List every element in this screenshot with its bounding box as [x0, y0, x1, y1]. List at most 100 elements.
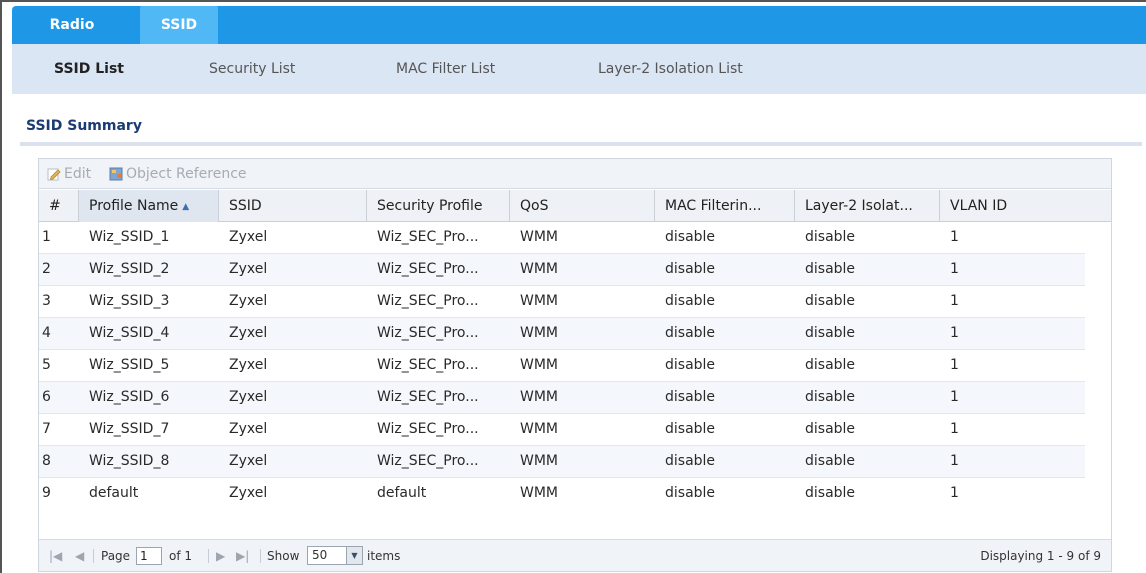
- cell-layer2-isolation: disable: [805, 325, 856, 341]
- page-label: Page: [101, 549, 131, 563]
- cell-mac-filtering: disable: [665, 229, 716, 245]
- cell-qos: WMM: [520, 325, 559, 341]
- cell-ssid: Zyxel: [229, 453, 268, 469]
- table-row[interactable]: 3 Wiz_SSID_3 Zyxel Wiz_SEC_Pro... WMM disable…: [39, 286, 1085, 318]
- cell-index: 1: [42, 229, 51, 245]
- cell-profile-name: Wiz_SSID_1: [89, 229, 170, 245]
- last-page-icon[interactable]: ▶|: [236, 540, 249, 572]
- table-row[interactable]: 4 Wiz_SSID_4 Zyxel Wiz_SEC_Pro... WMM disable…: [39, 318, 1085, 350]
- prev-page-icon[interactable]: ◀: [75, 540, 84, 572]
- cell-profile-name: default: [89, 485, 139, 501]
- cell-mac-filtering: disable: [665, 261, 716, 277]
- cell-vlan-id: 1: [950, 485, 959, 501]
- cell-layer2-isolation: disable: [805, 389, 856, 405]
- table-row[interactable]: 6 Wiz_SSID_6 Zyxel Wiz_SEC_Pro... WMM disable…: [39, 382, 1085, 414]
- pagination-bar: |◀ ◀ Page 1 of 1 ▶ ▶| Show 50 ▼ items Di…: [39, 539, 1111, 571]
- cell-ssid: Zyxel: [229, 357, 268, 373]
- cell-mac-filtering: disable: [665, 389, 716, 405]
- cell-profile-name: Wiz_SSID_8: [89, 453, 170, 469]
- column-header-index[interactable]: #: [39, 190, 79, 222]
- column-header-ssid[interactable]: SSID: [219, 190, 367, 222]
- cell-security-profile: Wiz_SEC_Pro...: [377, 357, 479, 373]
- tab-mac-filter-list[interactable]: MAC Filter List: [396, 44, 495, 94]
- edit-label: Edit: [64, 166, 92, 182]
- first-page-icon[interactable]: |◀: [49, 540, 62, 572]
- page-size-select[interactable]: 50 ▼: [307, 546, 363, 565]
- column-header-security-profile[interactable]: Security Profile: [367, 190, 510, 222]
- pager-divider: [93, 549, 94, 563]
- cell-ssid: Zyxel: [229, 293, 268, 309]
- cell-index: 6: [42, 389, 51, 405]
- cell-qos: WMM: [520, 421, 559, 437]
- top-tab-bar: Radio SSID: [12, 6, 1146, 44]
- table-row[interactable]: 1 Wiz_SSID_1 Zyxel Wiz_SEC_Pro... WMM disable…: [39, 222, 1085, 254]
- cell-mac-filtering: disable: [665, 293, 716, 309]
- cell-profile-name: Wiz_SSID_2: [89, 261, 170, 277]
- cell-ssid: Zyxel: [229, 325, 268, 341]
- column-header-label: QoS: [520, 198, 549, 214]
- tab-security-list[interactable]: Security List: [209, 44, 295, 94]
- column-header-label: SSID: [229, 198, 262, 214]
- cell-layer2-isolation: disable: [805, 261, 856, 277]
- table-row[interactable]: 5 Wiz_SSID_5 Zyxel Wiz_SEC_Pro... WMM disable…: [39, 350, 1085, 382]
- table-row[interactable]: 2 Wiz_SSID_2 Zyxel Wiz_SEC_Pro... WMM disable…: [39, 254, 1085, 286]
- tab-ssid-list[interactable]: SSID List: [54, 44, 124, 94]
- cell-security-profile: Wiz_SEC_Pro...: [377, 261, 479, 277]
- page-total-label: of 1: [169, 549, 193, 563]
- cell-layer2-isolation: disable: [805, 357, 856, 373]
- tab-layer2-isolation-list[interactable]: Layer-2 Isolation List: [598, 44, 743, 94]
- sort-ascending-icon: ▲: [182, 202, 190, 212]
- object-reference-button[interactable]: Object Reference: [109, 164, 247, 184]
- cell-mac-filtering: disable: [665, 357, 716, 373]
- cell-vlan-id: 1: [950, 293, 959, 309]
- cell-security-profile: Wiz_SEC_Pro...: [377, 421, 479, 437]
- column-header-layer2-isolation[interactable]: Layer-2 Isolat...: [795, 190, 940, 222]
- cell-security-profile: Wiz_SEC_Pro...: [377, 293, 479, 309]
- object-reference-label: Object Reference: [126, 166, 247, 182]
- cell-profile-name: Wiz_SSID_5: [89, 357, 170, 373]
- cell-index: 2: [42, 261, 51, 277]
- grid-toolbar: Edit Object Reference: [39, 159, 1111, 189]
- table-row[interactable]: 9 default Zyxel default WMM disable disable 1: [39, 478, 1085, 510]
- cell-vlan-id: 1: [950, 325, 959, 341]
- table-row[interactable]: 7 Wiz_SSID_7 Zyxel Wiz_SEC_Pro... WMM disable…: [39, 414, 1085, 446]
- cell-layer2-isolation: disable: [805, 453, 856, 469]
- cell-index: 3: [42, 293, 51, 309]
- pager-divider: [208, 549, 209, 563]
- cell-security-profile: Wiz_SEC_Pro...: [377, 453, 479, 469]
- cell-index: 7: [42, 421, 51, 437]
- cell-vlan-id: 1: [950, 357, 959, 373]
- edit-icon: [47, 167, 61, 181]
- column-header-mac-filtering[interactable]: MAC Filterin...: [655, 190, 795, 222]
- cell-ssid: Zyxel: [229, 485, 268, 501]
- cell-vlan-id: 1: [950, 453, 959, 469]
- object-reference-icon: [109, 167, 123, 181]
- column-header-qos[interactable]: QoS: [510, 190, 655, 222]
- tab-ssid[interactable]: SSID: [140, 6, 218, 44]
- cell-qos: WMM: [520, 357, 559, 373]
- grid-body: 1 Wiz_SSID_1 Zyxel Wiz_SEC_Pro... WMM disable…: [39, 222, 1085, 510]
- cell-layer2-isolation: disable: [805, 293, 856, 309]
- column-header-label: Profile Name: [89, 198, 179, 214]
- cell-vlan-id: 1: [950, 421, 959, 437]
- section-title: SSID Summary: [26, 118, 142, 134]
- tab-radio[interactable]: Radio: [12, 6, 132, 44]
- edit-button[interactable]: Edit: [47, 164, 91, 184]
- pager-divider: [260, 549, 261, 563]
- show-label: Show: [267, 549, 300, 563]
- cell-index: 4: [42, 325, 51, 341]
- cell-mac-filtering: disable: [665, 325, 716, 341]
- items-label: items: [367, 549, 401, 563]
- cell-security-profile: Wiz_SEC_Pro...: [377, 325, 479, 341]
- next-page-icon[interactable]: ▶: [216, 540, 225, 572]
- column-header-label: Layer-2 Isolat...: [805, 198, 913, 214]
- cell-security-profile: Wiz_SEC_Pro...: [377, 389, 479, 405]
- cell-qos: WMM: [520, 261, 559, 277]
- table-row[interactable]: 8 Wiz_SSID_8 Zyxel Wiz_SEC_Pro... WMM disable…: [39, 446, 1085, 478]
- column-header-label: MAC Filterin...: [665, 198, 762, 214]
- cell-vlan-id: 1: [950, 261, 959, 277]
- cell-ssid: Zyxel: [229, 229, 268, 245]
- column-header-vlan-id[interactable]: VLAN ID: [940, 190, 1111, 222]
- page-number-input[interactable]: 1: [136, 547, 162, 565]
- column-header-profile-name[interactable]: Profile Name ▲: [79, 190, 219, 222]
